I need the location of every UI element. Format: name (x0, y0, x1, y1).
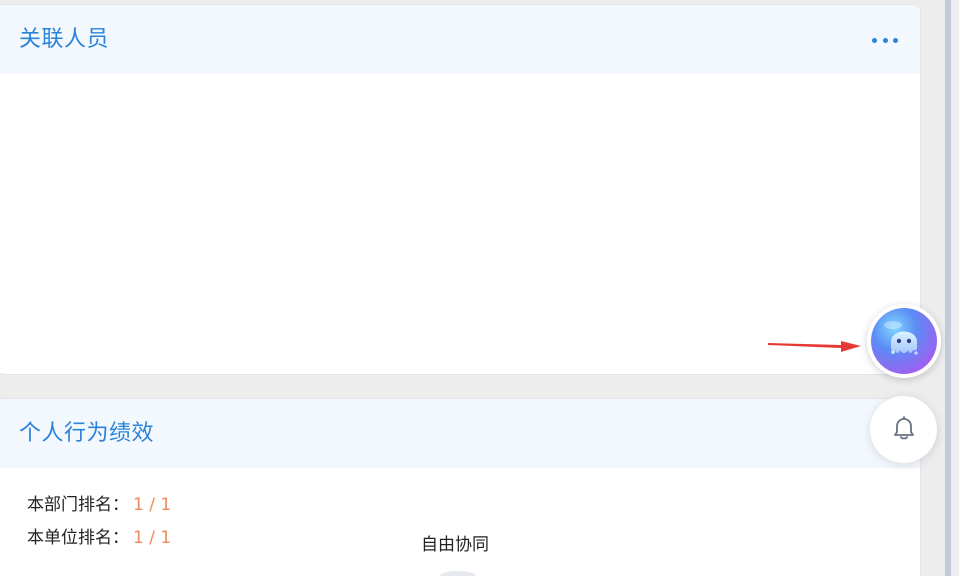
department-rank-row: 本部门排名： 1 / 1 (27, 494, 171, 527)
behavior-performance-title: 个人行为绩效 (19, 421, 155, 446)
dot (872, 37, 877, 43)
unit-rank-value: 1 / 1 (133, 528, 172, 548)
free-collab-handle[interactable] (440, 571, 476, 576)
annotation-arrow-icon (767, 334, 863, 362)
notification-button[interactable] (870, 396, 937, 463)
dot (882, 37, 888, 43)
right-scroll-rail[interactable] (943, 0, 959, 576)
behavior-performance-header: 个人行为绩效 (0, 399, 920, 468)
department-rank-label: 本部门排名： (27, 495, 129, 515)
more-dots-icon[interactable] (872, 35, 898, 45)
department-rank-value: 1 / 1 (133, 495, 172, 515)
rank-list: 本部门排名： 1 / 1 本单位排名： 1 / 1 (27, 494, 171, 560)
dot (893, 37, 898, 43)
unit-rank-label: 本单位排名： (27, 528, 129, 548)
page: 关联人员 个人行为绩效 本部门排名： 1 / 1 本单位排名： 1 / 1 自由协同 (0, 0, 959, 576)
related-people-title: 关联人员 (19, 27, 110, 52)
related-people-card: 关联人员 (0, 4, 921, 375)
related-people-header: 关联人员 (0, 5, 920, 74)
octopus-assistant-icon (871, 308, 937, 374)
unit-rank-row: 本单位排名： 1 / 1 (27, 527, 171, 560)
bell-icon (894, 416, 914, 440)
free-collab-label[interactable]: 自由协同 (421, 534, 489, 556)
assistant-button[interactable] (867, 304, 941, 378)
